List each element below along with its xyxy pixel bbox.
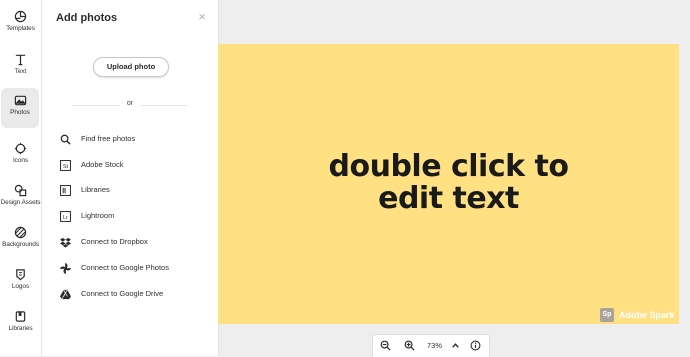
photos-icon (14, 95, 26, 106)
design-canvas[interactable]: double click to edit text (218, 44, 679, 324)
zoom-toolbar: 73% (372, 334, 490, 357)
option-find-free-photos[interactable]: Find free photos (60, 133, 210, 147)
google-drive-icon (60, 289, 71, 300)
canvas-text-line-2: edit text (378, 181, 519, 216)
libraries-icon (60, 185, 71, 196)
rail-label-icons: Icons (12, 157, 29, 164)
zoom-level: 73% (427, 341, 443, 350)
or-label: or (122, 100, 138, 107)
rail-label-backgrounds: Backgrounds (2, 241, 39, 248)
svg-text:Lr: Lr (63, 215, 68, 221)
option-label: Lightroom (81, 211, 115, 220)
option-google-photos[interactable]: Connect to Google Photos (60, 262, 210, 276)
rail-label-design-assets: Design Assets (0, 199, 41, 206)
option-label: Connect to Google Photos (81, 263, 169, 272)
info-icon[interactable] (470, 340, 481, 351)
svg-text:St: St (63, 164, 69, 170)
backgrounds-icon (14, 226, 27, 239)
chevron-up-icon[interactable] (450, 340, 461, 351)
dropbox-icon (60, 237, 71, 248)
left-rail: Templates Text Photos Icons Design Asset… (0, 0, 42, 356)
libraries-icon (15, 311, 26, 322)
adobe-spark-watermark: Sp Adobe Spark (600, 307, 675, 323)
add-photos-panel: Add photos × Upload photo or Find free p… (42, 0, 219, 356)
google-photos-icon (60, 263, 71, 274)
adobe-stock-icon: St (60, 160, 71, 171)
rail-item-logos[interactable]: Logos (0, 264, 41, 304)
divider-left (72, 105, 120, 106)
design-assets-icon (14, 184, 27, 197)
rail-label-logos: Logos (11, 283, 30, 290)
logos-icon (16, 269, 25, 281)
rail-item-design-assets[interactable]: Design Assets (0, 180, 41, 220)
canvas-text-line-1: double click to (328, 149, 569, 184)
panel-title: Add photos (56, 12, 118, 24)
rail-item-backgrounds[interactable]: Backgrounds (0, 222, 41, 262)
option-label: Connect to Dropbox (81, 237, 148, 246)
zoom-out-icon[interactable] (380, 340, 391, 351)
option-libraries[interactable]: Libraries (60, 184, 210, 198)
rail-item-photos[interactable]: Photos (1, 88, 39, 128)
option-adobe-stock[interactable]: St Adobe Stock (60, 159, 210, 173)
lightroom-icon: Lr (60, 211, 71, 222)
upload-photo-button[interactable]: Upload photo (93, 57, 169, 77)
canvas-text-block[interactable]: double click to edit text (218, 151, 679, 215)
spark-logo: Sp (600, 308, 614, 322)
rail-label-libraries: Libraries (8, 325, 33, 332)
rail-item-text[interactable]: Text (0, 49, 41, 89)
option-label: Find free photos (81, 134, 136, 143)
watermark-text: Adobe Spark (619, 310, 675, 320)
search-icon (60, 134, 71, 145)
templates-icon (14, 10, 27, 23)
rail-label-templates: Templates (6, 25, 35, 32)
rail-item-libraries[interactable]: Libraries (0, 306, 41, 346)
rail-item-templates[interactable]: Templates (0, 6, 41, 46)
divider-right (140, 105, 188, 106)
close-icon[interactable]: × (196, 10, 208, 23)
option-lightroom[interactable]: Lr Lightroom (60, 210, 210, 224)
option-label: Connect to Google Drive (81, 289, 164, 298)
option-google-drive[interactable]: Connect to Google Drive (60, 288, 210, 302)
rail-label-photos: Photos (10, 109, 30, 116)
option-dropbox[interactable]: Connect to Dropbox (60, 236, 210, 250)
option-label: Adobe Stock (81, 160, 124, 169)
icons-icon (14, 142, 27, 155)
zoom-in-icon[interactable] (404, 340, 415, 351)
text-icon (15, 54, 26, 66)
option-label: Libraries (81, 185, 110, 194)
rail-label-text: Text (14, 68, 27, 75)
rail-item-icons[interactable]: Icons (0, 138, 41, 178)
